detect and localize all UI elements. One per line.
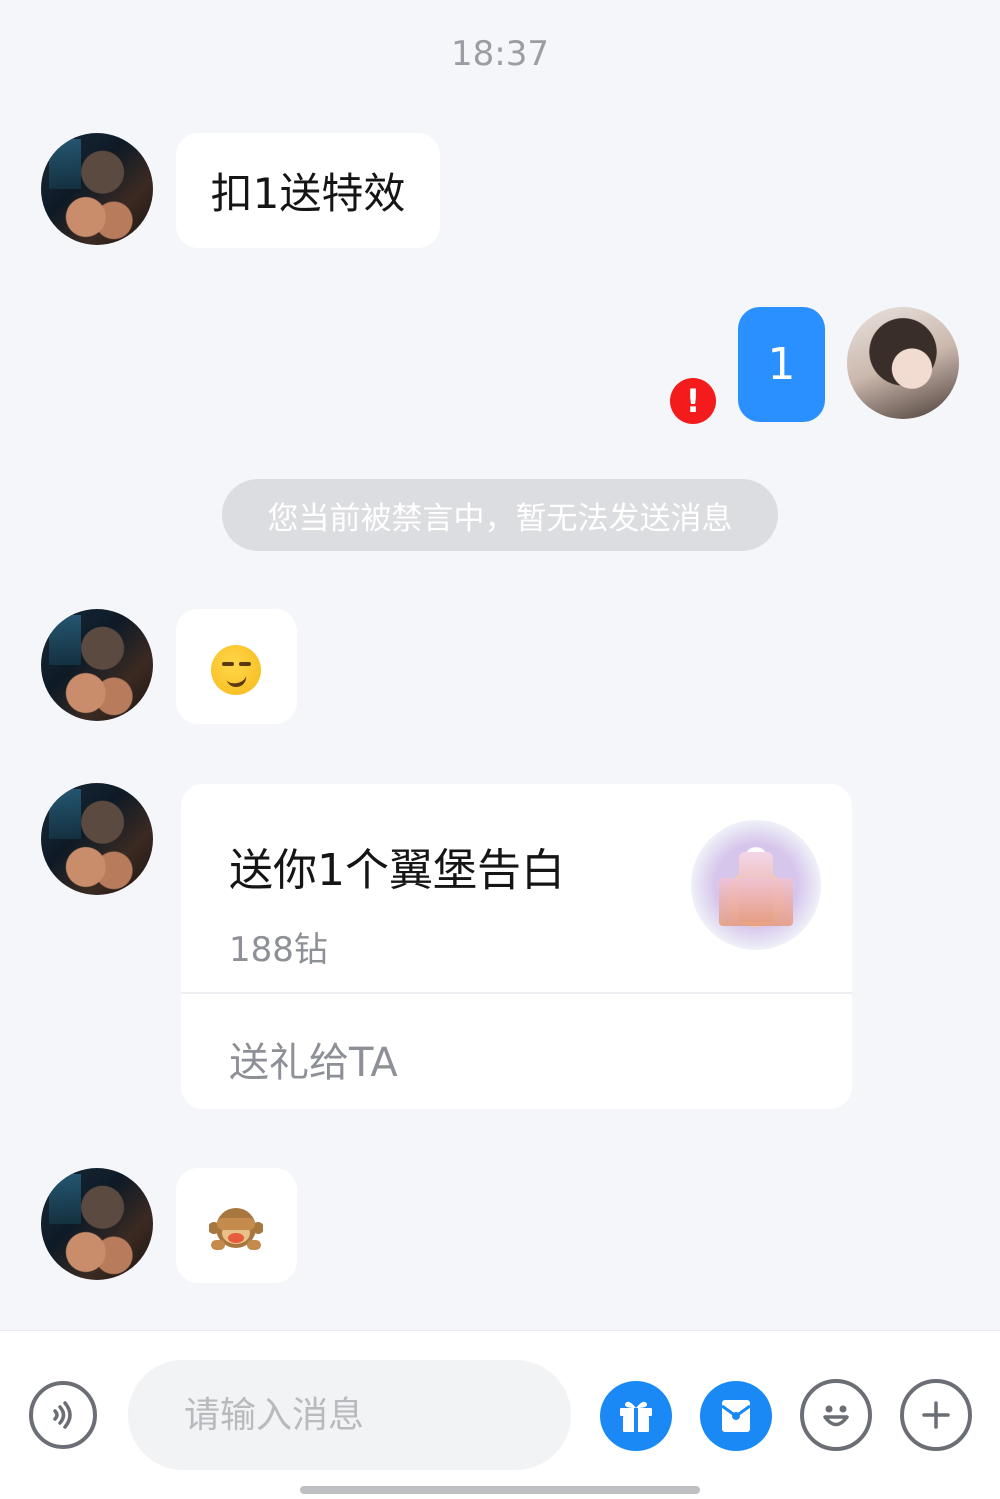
message-bubble[interactable]: 扣1送特效 [176,133,440,248]
avatar-other[interactable] [41,609,153,721]
system-notice: 您当前被禁言中，暂无法发送消息 [222,479,778,551]
send-failed-icon[interactable]: ! [670,378,716,424]
see-no-evil-monkey-icon [209,1208,263,1250]
gift-icon[interactable] [600,1381,672,1451]
divider [181,992,852,994]
gift-title: 送你1个翼堡告白 [229,845,565,896]
plus-icon[interactable] [900,1379,972,1451]
red-packet-icon[interactable] [700,1381,772,1451]
avatar-other[interactable] [41,783,153,895]
avatar-self[interactable] [847,307,959,419]
chat-timestamp: 18:37 [451,34,549,74]
avatar-other[interactable] [41,1168,153,1280]
message-input[interactable] [128,1360,571,1470]
emoji-icon[interactable] [800,1379,872,1451]
message-text: 扣1送特效 [210,169,406,218]
voice-icon[interactable] [29,1381,97,1449]
castle-gift-icon [691,820,821,950]
gift-price: 188钻 [229,930,328,970]
message-text: 1 [767,339,796,390]
smirking-face-icon [211,645,261,695]
avatar-other[interactable] [41,133,153,245]
gift-card[interactable]: 送你1个翼堡告白 188钻 送礼给TA [181,784,852,1109]
home-indicator [300,1486,700,1494]
my-message-bubble[interactable]: 1 [738,307,825,422]
send-gift-button[interactable]: 送礼给TA [229,1030,398,1088]
